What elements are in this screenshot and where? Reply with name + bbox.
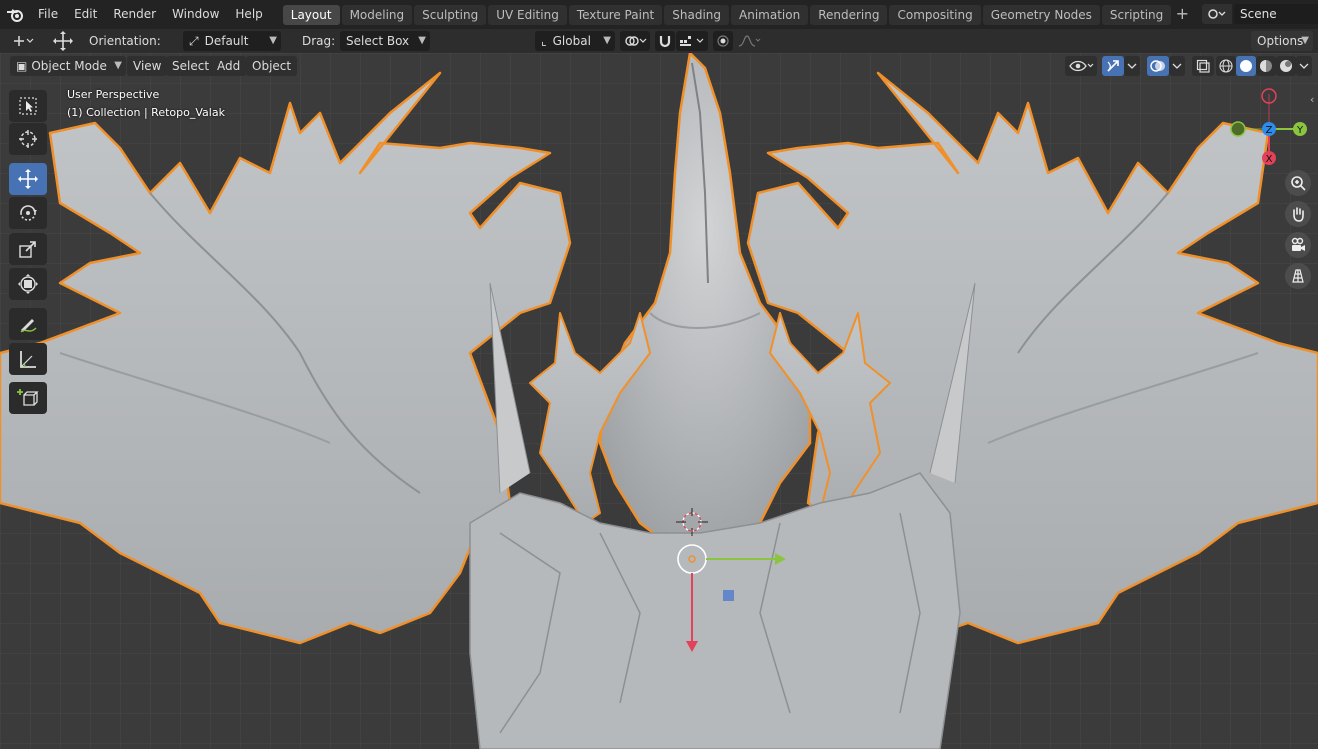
ortho-grid-icon[interactable]	[1285, 263, 1311, 289]
rotate-tool-icon[interactable]	[9, 197, 47, 229]
tab-texture-paint[interactable]: Texture Paint	[568, 4, 663, 25]
menu-edit[interactable]: Edit	[66, 0, 105, 29]
object-mode-icon: ▣	[16, 59, 28, 73]
transform-pivot-icon[interactable]	[8, 31, 38, 51]
snap-magnet-icon[interactable]	[655, 31, 675, 51]
menu-file[interactable]: File	[30, 0, 66, 29]
mode-dropdown[interactable]: ▣ Object Mode ▼	[10, 56, 126, 76]
zoom-icon[interactable]	[1285, 170, 1311, 196]
transform-orientation-value: Global	[552, 34, 591, 48]
gizmo-y-label: Y	[1296, 125, 1304, 136]
viewport-perspective-label: User Perspective	[67, 88, 160, 101]
orientation-label: Orientation:	[89, 34, 161, 48]
tab-rendering[interactable]: Rendering	[810, 4, 888, 25]
gizmo-toggle-icon[interactable]	[1102, 56, 1124, 76]
tab-layout[interactable]: Layout	[282, 4, 340, 25]
tab-shading[interactable]: Shading	[664, 4, 729, 25]
overlays-toggle-icon[interactable]	[1147, 56, 1169, 76]
annotate-tool-icon[interactable]	[9, 308, 47, 340]
tool-header: Orientation: ⤢ Default ▼ Drag: Select Box ▼…	[0, 29, 1318, 53]
chevron-down-icon: ▼	[269, 35, 277, 46]
navigation-gizmo[interactable]: X Y Z	[1225, 86, 1318, 176]
3d-viewport[interactable]: ▣ Object Mode ▼ View Select Add Object Use…	[0, 53, 1318, 749]
menu-help[interactable]: Help	[227, 0, 270, 29]
wireframe-shading-icon[interactable]	[1216, 56, 1236, 76]
menu-add[interactable]: Add	[211, 56, 247, 76]
move-tool-icon[interactable]	[9, 163, 47, 195]
mode-value: Object Mode	[31, 59, 107, 73]
menu-render[interactable]: Render	[105, 0, 164, 29]
material-preview-icon[interactable]	[1256, 56, 1276, 76]
rendered-shading-icon[interactable]	[1276, 56, 1296, 76]
options-label: Options	[1257, 34, 1304, 48]
blender-logo-icon[interactable]	[0, 0, 30, 29]
pan-hand-icon[interactable]	[1285, 201, 1311, 227]
transform-tool-icon[interactable]	[9, 268, 47, 300]
orientation-dropdown[interactable]: ⤢ Default ▼	[183, 31, 281, 51]
options-dropdown[interactable]: Options ▼	[1251, 31, 1313, 51]
top-bar: File Edit Render Window Help Layout Mode…	[0, 0, 1318, 29]
add-workspace-icon[interactable]: +	[1173, 4, 1191, 25]
workspace-tabs: Layout Modeling Sculpting UV Editing Tex…	[282, 0, 1192, 29]
select-box-tool-icon[interactable]	[9, 90, 47, 122]
scene-selector: Scene	[1202, 4, 1318, 24]
measure-tool-icon[interactable]	[9, 343, 47, 375]
tab-modeling[interactable]: Modeling	[341, 4, 413, 25]
tab-animation[interactable]: Animation	[731, 4, 809, 25]
menu-view[interactable]: View	[127, 56, 168, 76]
xray-toggle-icon[interactable]	[1192, 56, 1214, 76]
transform-orientation-dropdown[interactable]: ⌞ Global ▼	[535, 31, 615, 51]
menu-select[interactable]: Select	[166, 56, 216, 76]
scene-icon[interactable]	[1202, 4, 1232, 24]
gizmo-x-label: X	[1266, 154, 1273, 165]
orientation-value: Default	[204, 34, 249, 48]
pivot-point-icon[interactable]	[620, 31, 650, 51]
scale-tool-icon[interactable]	[9, 233, 47, 265]
global-axis-icon: ⌞	[541, 34, 547, 48]
orientation-axis-icon: ⤢	[189, 34, 199, 48]
move-gizmo-icon[interactable]	[50, 29, 76, 53]
chevron-down-icon: ▼	[418, 35, 426, 46]
scene-name-field[interactable]: Scene	[1234, 4, 1318, 24]
tab-geometry-nodes[interactable]: Geometry Nodes	[982, 4, 1100, 25]
chevron-down-icon[interactable]	[1296, 56, 1312, 76]
chevron-down-icon[interactable]	[1169, 56, 1185, 76]
visibility-eye-icon[interactable]	[1065, 56, 1097, 76]
gizmo-z-label: Z	[1266, 125, 1273, 136]
tab-uv-editing[interactable]: UV Editing	[488, 4, 567, 25]
tab-sculpting[interactable]: Sculpting	[414, 4, 487, 25]
menu-window[interactable]: Window	[164, 0, 227, 29]
proportional-editing-icon[interactable]	[713, 31, 733, 51]
menu-object[interactable]: Object	[246, 56, 298, 76]
falloff-curve-icon[interactable]	[734, 31, 764, 51]
add-cube-tool-icon[interactable]	[9, 382, 47, 414]
viewport-scene[interactable]	[0, 53, 1318, 749]
chevron-down-icon: ▼	[603, 35, 611, 46]
chevron-down-icon: ▼	[114, 60, 122, 71]
camera-view-icon[interactable]	[1285, 232, 1311, 258]
drag-label: Drag:	[302, 34, 336, 48]
drag-value: Select Box	[346, 34, 410, 48]
gizmo-neg-y-handle[interactable]	[1230, 121, 1246, 137]
solid-shading-icon[interactable]	[1236, 56, 1256, 76]
sidebar-toggle-icon[interactable]: ‹	[1310, 93, 1314, 106]
tab-compositing[interactable]: Compositing	[889, 4, 981, 25]
chevron-down-icon[interactable]	[1124, 56, 1140, 76]
chevron-down-icon: ▼	[1301, 35, 1309, 46]
viewport-collection-label: (1) Collection | Retopo_Valak	[67, 106, 225, 119]
cursor-tool-icon[interactable]	[9, 123, 47, 155]
tab-scripting[interactable]: Scripting	[1101, 4, 1172, 25]
drag-dropdown[interactable]: Select Box ▼	[340, 31, 430, 51]
snap-increment-icon[interactable]	[676, 31, 708, 51]
